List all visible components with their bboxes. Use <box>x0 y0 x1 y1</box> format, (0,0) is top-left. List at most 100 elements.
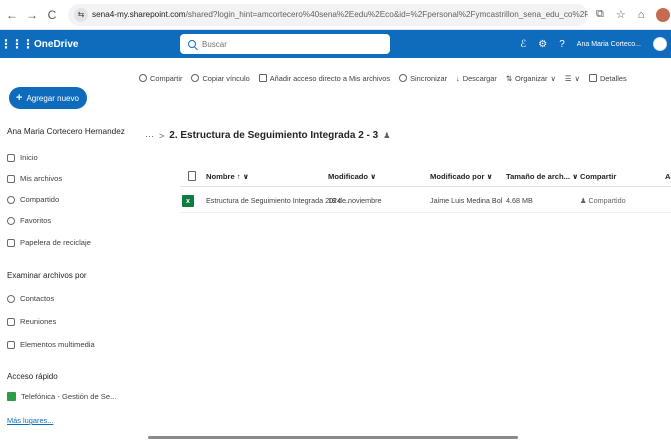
app-name[interactable]: OneDrive <box>34 39 78 50</box>
add-new-label: Agregar nuevo <box>26 93 79 103</box>
command-bar: Compartir Copiar vínculo Añadir acceso d… <box>135 58 671 98</box>
organize-button[interactable]: ⇅ Organizar ∨ <box>506 74 556 83</box>
sync-label: Sincronizar <box>410 73 448 83</box>
table-row[interactable]: x Estructura de Seguimiento Integrada 20… <box>180 187 671 213</box>
document-icon <box>188 170 196 181</box>
details-pane-icon <box>588 74 597 82</box>
link-icon <box>191 74 200 82</box>
list-view-icon: ☰ <box>564 73 572 83</box>
browser-toolbar: ← → C ⇆ sena4-my.sharepoint.com/shared?l… <box>0 0 671 30</box>
nav-item-label: Reuniones <box>20 317 57 326</box>
excel-icon: x <box>182 195 194 207</box>
url-domain: sena4-my.sharepoint.com <box>92 10 186 19</box>
plus-icon: + <box>16 92 23 104</box>
image-icon <box>7 340 15 349</box>
help-icon[interactable]: ? <box>559 39 565 50</box>
nav-item-mis-archivos[interactable]: Mis archivos <box>7 174 62 183</box>
column-header-sharing[interactable]: Compartir <box>580 172 616 181</box>
premium-icon[interactable]: ℰ <box>520 39 526 50</box>
profile-icon[interactable] <box>656 7 671 22</box>
avatar[interactable] <box>653 37 667 51</box>
nav-item-inicio[interactable]: Inicio <box>7 153 38 162</box>
url-path: /shared?login_hint=amcortecero%40sena%2E… <box>185 10 588 19</box>
shared-people-icon: ♟ <box>383 131 391 140</box>
view-chevron: ∨ <box>574 73 580 83</box>
copy-link-button[interactable]: Copiar vínculo <box>191 73 250 83</box>
reload-icon[interactable]: C <box>44 8 60 22</box>
details-button[interactable]: Detalles <box>588 74 627 83</box>
file-type-header[interactable] <box>180 170 204 181</box>
file-sharing: ♟ Compartido <box>580 196 626 205</box>
person-icon <box>7 294 15 303</box>
organize-label: Organizar <box>515 73 548 83</box>
sharing-status: Compartido <box>588 196 626 205</box>
download-button[interactable]: ↓ Descargar <box>456 74 497 83</box>
extensions-icon[interactable]: ⌂ <box>638 9 645 21</box>
file-modified: 18 de noviembre <box>328 196 382 205</box>
site-icon <box>7 392 16 401</box>
user-name[interactable]: Ana Maria Corteco... <box>577 41 641 48</box>
file-modified-by: Jaime Luis Medina Bol <box>430 196 503 205</box>
app-launcher-icon[interactable]: ⋮⋮⋮ <box>0 37 34 51</box>
column-header-size[interactable]: Tamaño de arch... ∨ <box>506 172 578 181</box>
back-arrow-icon[interactable]: ← <box>4 8 20 22</box>
download-label: Descargar <box>462 73 497 83</box>
nav-item-label: Compartido <box>20 195 60 204</box>
quick-item-label: Telefónica - Gestión de Se... <box>21 392 117 401</box>
download-icon: ↓ <box>456 73 460 83</box>
nav-item-multimedia[interactable]: Elementos multimedia <box>7 340 95 349</box>
sort-icon: ⇅ <box>505 73 513 83</box>
nav-item-label: Mis archivos <box>20 174 63 183</box>
nav-item-contactos[interactable]: Contactos <box>7 294 54 303</box>
sync-button[interactable]: Sincronizar <box>399 74 447 83</box>
star-icon <box>7 216 15 225</box>
suite-actions: ℰ ⚙ ? Ana Maria Corteco... <box>520 30 671 58</box>
column-header-activity[interactable]: Ac <box>665 172 671 181</box>
column-header-name[interactable]: Nombre ↑ ∨ <box>206 172 249 181</box>
quick-item-telefonica[interactable]: Telefónica - Gestión de Se... <box>7 392 116 401</box>
nav-item-compartido[interactable]: Compartido <box>7 195 59 204</box>
nav-item-reuniones[interactable]: Reuniones <box>7 317 56 326</box>
settings-gear-icon[interactable]: ⚙ <box>538 39 547 50</box>
explore-heading: Examinar archivos por <box>7 271 87 280</box>
left-navigation: + Agregar nuevo Ana Maria Cortecero Hern… <box>0 58 135 443</box>
add-shortcut-button[interactable]: Añadir acceso directo a Mis archivos <box>258 73 391 83</box>
trash-icon <box>7 238 15 247</box>
address-bar[interactable]: ⇆ sena4-my.sharepoint.com/shared?login_h… <box>68 3 588 26</box>
browser-actions: ⧉ ☆ ⌂ <box>596 7 671 22</box>
nav-item-label: Inicio <box>20 153 38 162</box>
folder-icon <box>7 174 15 183</box>
add-new-button[interactable]: + Agregar nuevo <box>9 87 87 109</box>
horizontal-scrollbar[interactable] <box>148 436 518 439</box>
translate-icon[interactable]: ⧉ <box>596 8 604 21</box>
owner-name: Ana Maria Cortecero Hernandez <box>7 127 125 136</box>
sync-icon <box>399 74 408 82</box>
home-icon <box>7 153 15 162</box>
copy-link-label: Copiar vínculo <box>202 73 250 83</box>
star-icon[interactable]: ☆ <box>616 8 626 21</box>
people-icon: ♟ <box>580 196 587 205</box>
chevron-right-icon: > <box>159 130 165 141</box>
nav-item-label: Contactos <box>20 294 55 303</box>
table-header: Nombre ↑ ∨ Modificado ∨ Modificado por ∨… <box>180 165 671 187</box>
view-options-button[interactable]: ☰ ∨ <box>565 74 580 83</box>
breadcrumb: ··· > 2. Estructura de Seguimiento Integ… <box>145 130 390 141</box>
calendar-icon <box>7 317 15 326</box>
search-box[interactable] <box>180 34 390 54</box>
people-icon <box>7 195 15 204</box>
nav-item-label: Papelera de reciclaje <box>20 238 91 247</box>
breadcrumb-overflow[interactable]: ··· <box>145 131 154 141</box>
share-button[interactable]: Compartir <box>139 74 182 83</box>
add-shortcut-label: Añadir acceso directo a Mis archivos <box>269 73 391 83</box>
chevron-down-icon: ∨ <box>550 73 556 83</box>
column-header-modified-by[interactable]: Modificado por ∨ <box>430 172 493 181</box>
suite-header: ⋮⋮⋮ OneDrive ℰ ⚙ ? Ana Maria Corteco... <box>0 30 671 58</box>
forward-arrow-icon[interactable]: → <box>24 8 40 22</box>
site-info-icon[interactable]: ⇆ <box>74 7 88 22</box>
nav-item-favoritos[interactable]: Favoritos <box>7 216 51 225</box>
column-header-modified[interactable]: Modificado ∨ <box>328 172 376 181</box>
nav-item-papelera[interactable]: Papelera de reciclaje <box>7 238 91 247</box>
more-places-link[interactable]: Más lugares... <box>7 416 53 425</box>
search-input[interactable] <box>202 39 372 49</box>
page-title: 2. Estructura de Seguimiento Integrada 2… <box>169 130 379 141</box>
